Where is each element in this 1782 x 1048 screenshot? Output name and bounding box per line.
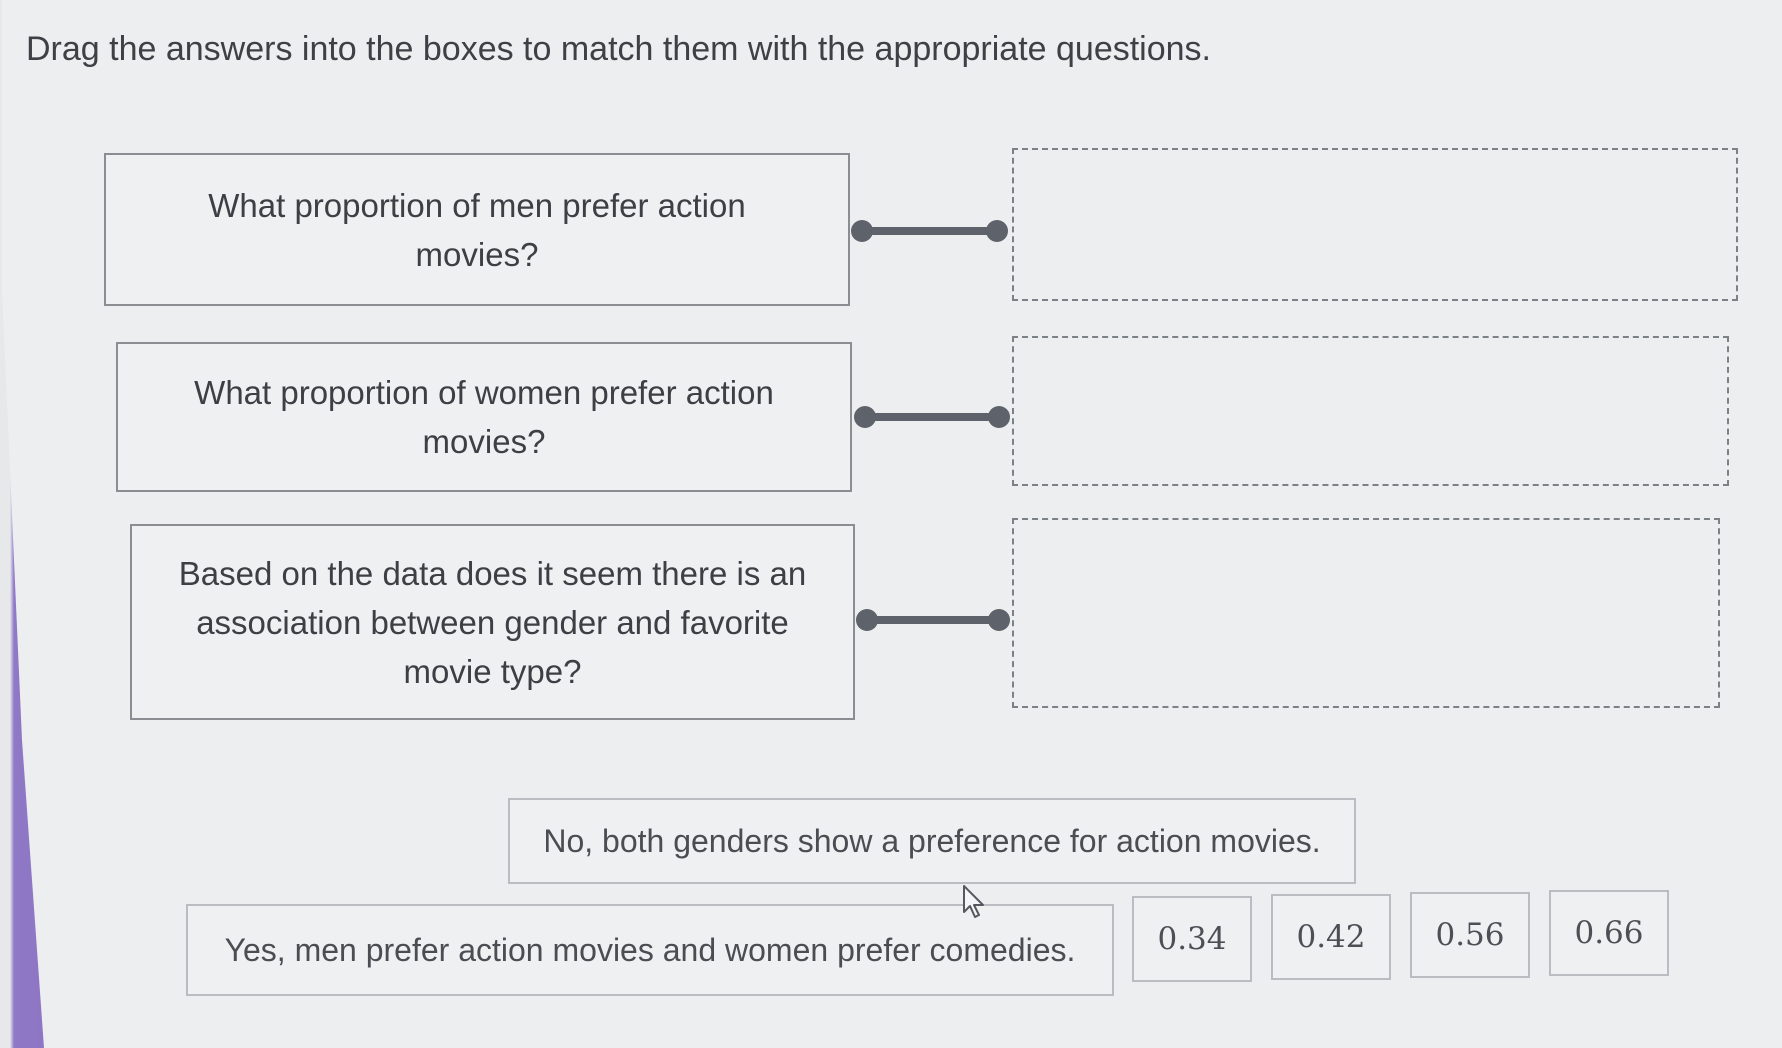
answer-tile[interactable]: No, both genders show a preference for a… [508,798,1356,884]
instructions-text: Drag the answers into the boxes to match… [26,30,1211,68]
question-text: What proportion of men prefer action mov… [208,186,746,273]
answer-tile[interactable]: 0.56 [1410,892,1530,978]
connector-line [865,413,997,421]
answer-text: 0.34 [1157,921,1227,957]
connector-dot-right[interactable] [988,406,1010,428]
connector-line [867,616,998,624]
drop-zone-1[interactable] [1012,148,1738,301]
answer-tile[interactable]: 0.42 [1271,894,1391,980]
left-accent-bar [0,0,44,1048]
connector-dot-right[interactable] [986,220,1008,242]
drop-zone-3[interactable] [1012,518,1720,708]
question-text: What proportion of women prefer action m… [194,374,774,460]
question-text: Based on the data does it seem there is … [178,554,807,690]
question-box-association: Based on the data does it seem there is … [130,524,855,720]
drop-zone-2[interactable] [1012,336,1729,486]
answer-text: 0.42 [1296,919,1366,955]
connector-line [862,227,996,235]
connector-dot-right[interactable] [988,609,1010,631]
question-box-men: What proportion of men prefer action mov… [104,153,850,306]
answer-text: No, both genders show a preference for a… [543,822,1321,859]
answer-text: 0.66 [1574,915,1644,951]
answer-text: 0.56 [1435,917,1505,953]
answer-tile[interactable]: 0.66 [1549,890,1669,976]
answer-text: Yes, men prefer action movies and women … [224,931,1076,968]
answer-tile[interactable]: 0.34 [1132,896,1252,982]
question-box-women: What proportion of women prefer action m… [116,342,852,492]
mouse-pointer-icon [963,885,984,918]
